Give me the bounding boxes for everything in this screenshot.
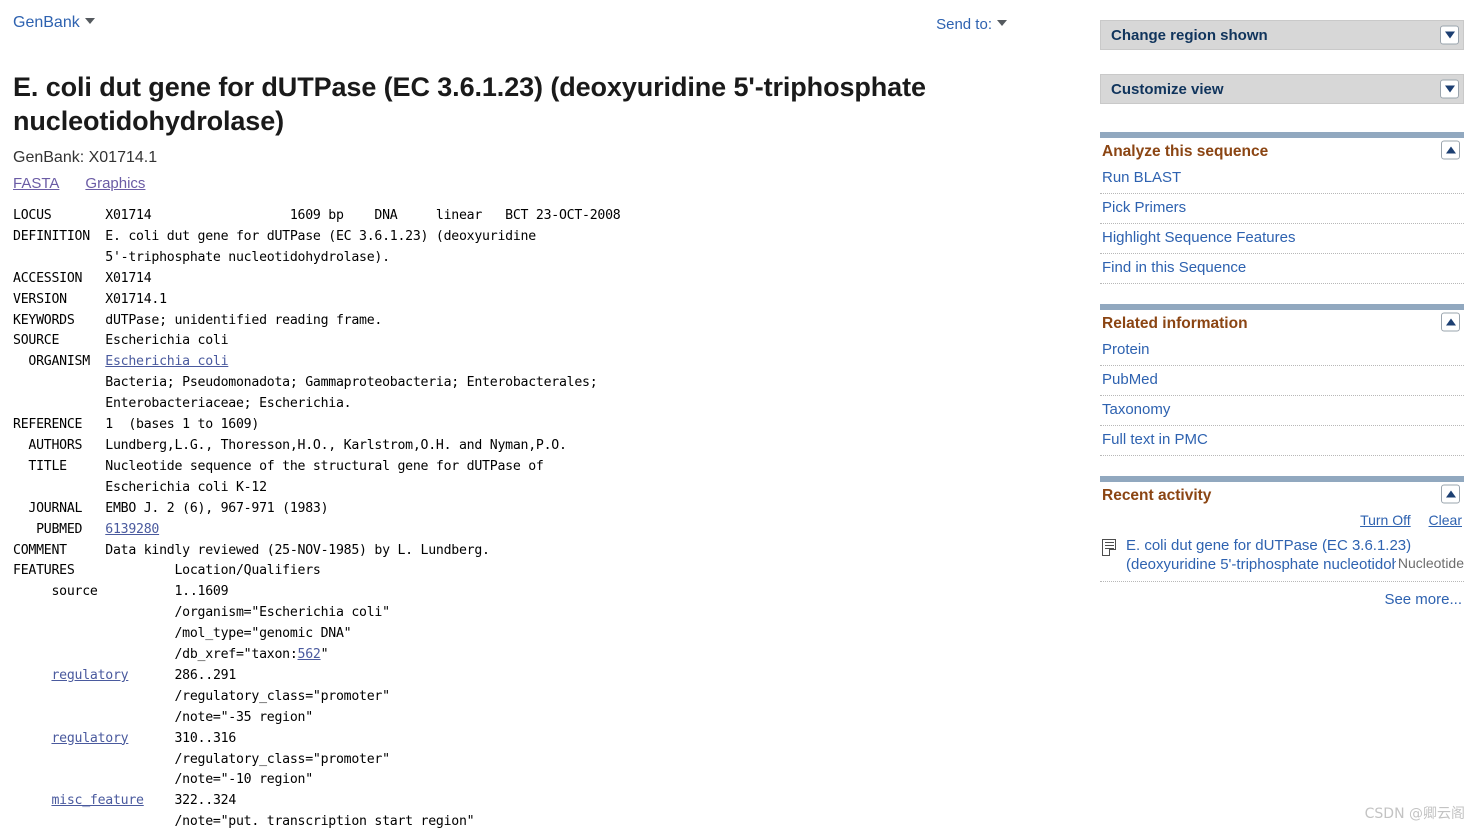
genbank-flatfile: LOCUS X01714 1609 bp DNA linear BCT 23-O… [13,208,621,830]
feature-key-link[interactable]: misc_feature [51,793,144,808]
chevron-up-icon [1445,318,1456,326]
send-to-menu[interactable]: Send to: [936,16,1007,33]
recent-activity-item-title[interactable]: E. coli dut gene for dUTPase (EC 3.6.1.2… [1126,536,1464,574]
main-content-column: GenBank Send to: E. coli dut gene for dU… [0,0,1095,831]
change-region-title: Change region shown [1111,26,1268,44]
link-run-blast[interactable]: Run BLAST [1102,169,1181,186]
right-sidebar: Change region shown Customize view Analy… [1095,0,1477,831]
genbank-record-page: GenBank Send to: E. coli dut gene for dU… [0,0,1477,831]
link-full-text-in-pmc[interactable]: Full text in PMC [1102,431,1208,448]
inline-link[interactable]: Escherichia coli [105,354,228,369]
chevron-up-icon [1445,146,1456,154]
related-information-toggle-button[interactable] [1441,312,1460,332]
customize-view-title: Customize view [1111,80,1224,98]
document-icon [1102,539,1116,556]
feature-key-link[interactable]: regulatory [51,731,128,746]
recent-activity-toggle-button[interactable] [1441,484,1460,504]
customize-view-toggle-button[interactable] [1440,79,1459,99]
customize-view-header[interactable]: Customize view [1100,74,1464,104]
portlet-analyze-sequence: Analyze this sequence Run BLAST Pick Pri… [1100,132,1464,284]
change-region-toggle-button[interactable] [1440,25,1459,45]
format-links: FASTA Graphics [13,175,1095,192]
recent-activity-controls: Turn Off Clear [1100,508,1464,533]
database-selector-label: GenBank [13,14,80,31]
related-information-title: Related information [1102,315,1248,332]
analyze-sequence-header: Analyze this sequence [1100,138,1464,164]
analyze-sequence-title: Analyze this sequence [1102,143,1269,160]
recent-activity-item[interactable]: E. coli dut gene for dUTPase (EC 3.6.1.2… [1100,533,1464,582]
link-pick-primers[interactable]: Pick Primers [1102,199,1186,216]
analyze-sequence-list: Run BLAST Pick Primers Highlight Sequenc… [1100,164,1464,284]
top-action-bar: GenBank Send to: [13,14,1095,44]
list-item: Run BLAST [1100,164,1464,194]
chevron-down-icon [84,18,95,24]
portlet-customize-view: Customize view [1095,74,1464,104]
change-region-header[interactable]: Change region shown [1100,20,1464,50]
recent-activity-header: Recent activity [1100,482,1464,508]
related-information-list: Protein PubMed Taxonomy Full text in PMC [1100,336,1464,456]
graphics-link[interactable]: Graphics [85,175,145,192]
turn-off-button[interactable]: Turn Off [1360,512,1411,528]
list-item: Full text in PMC [1100,426,1464,456]
recent-activity-title: Recent activity [1102,487,1212,504]
related-information-header: Related information [1100,310,1464,336]
chevron-up-icon [1445,490,1456,498]
database-selector-genbank[interactable]: GenBank [13,14,95,32]
clear-button[interactable]: Clear [1429,512,1462,528]
link-find-in-this-sequence[interactable]: Find in this Sequence [1102,259,1246,276]
list-item: Protein [1100,336,1464,366]
chevron-down-icon [1444,31,1455,39]
recent-activity-see-more: See more... [1100,582,1464,608]
link-protein[interactable]: Protein [1102,341,1150,358]
list-item: Highlight Sequence Features [1100,224,1464,254]
recent-activity-item-database: Nucleotide [1395,554,1464,573]
accession-line: GenBank: X01714.1 [13,149,158,166]
link-pubmed[interactable]: PubMed [1102,371,1158,388]
see-more-link[interactable]: See more... [1384,591,1462,608]
page-title: E. coli dut gene for dUTPase (EC 3.6.1.2… [13,72,926,136]
analyze-sequence-toggle-button[interactable] [1441,140,1460,160]
watermark: CSDN @卿云阁 [1364,806,1465,822]
link-highlight-sequence-features[interactable]: Highlight Sequence Features [1102,229,1295,246]
portlet-change-region: Change region shown [1095,20,1464,50]
list-item: Taxonomy [1100,396,1464,426]
link-taxonomy[interactable]: Taxonomy [1102,401,1170,418]
feature-key-link[interactable]: regulatory [51,668,128,683]
list-item: Pick Primers [1100,194,1464,224]
chevron-down-icon [1444,85,1455,93]
inline-link[interactable]: 562 [298,647,321,662]
list-item: PubMed [1100,366,1464,396]
portlet-recent-activity: Recent activity Turn Off Clear E. coli d… [1100,476,1464,608]
portlet-related-information: Related information Protein PubMed Taxon… [1100,304,1464,456]
inline-link[interactable]: 6139280 [105,522,159,537]
chevron-down-icon [997,20,1007,26]
list-item: Find in this Sequence [1100,254,1464,284]
fasta-link[interactable]: FASTA [13,175,59,192]
send-to-label: Send to: [936,16,992,33]
